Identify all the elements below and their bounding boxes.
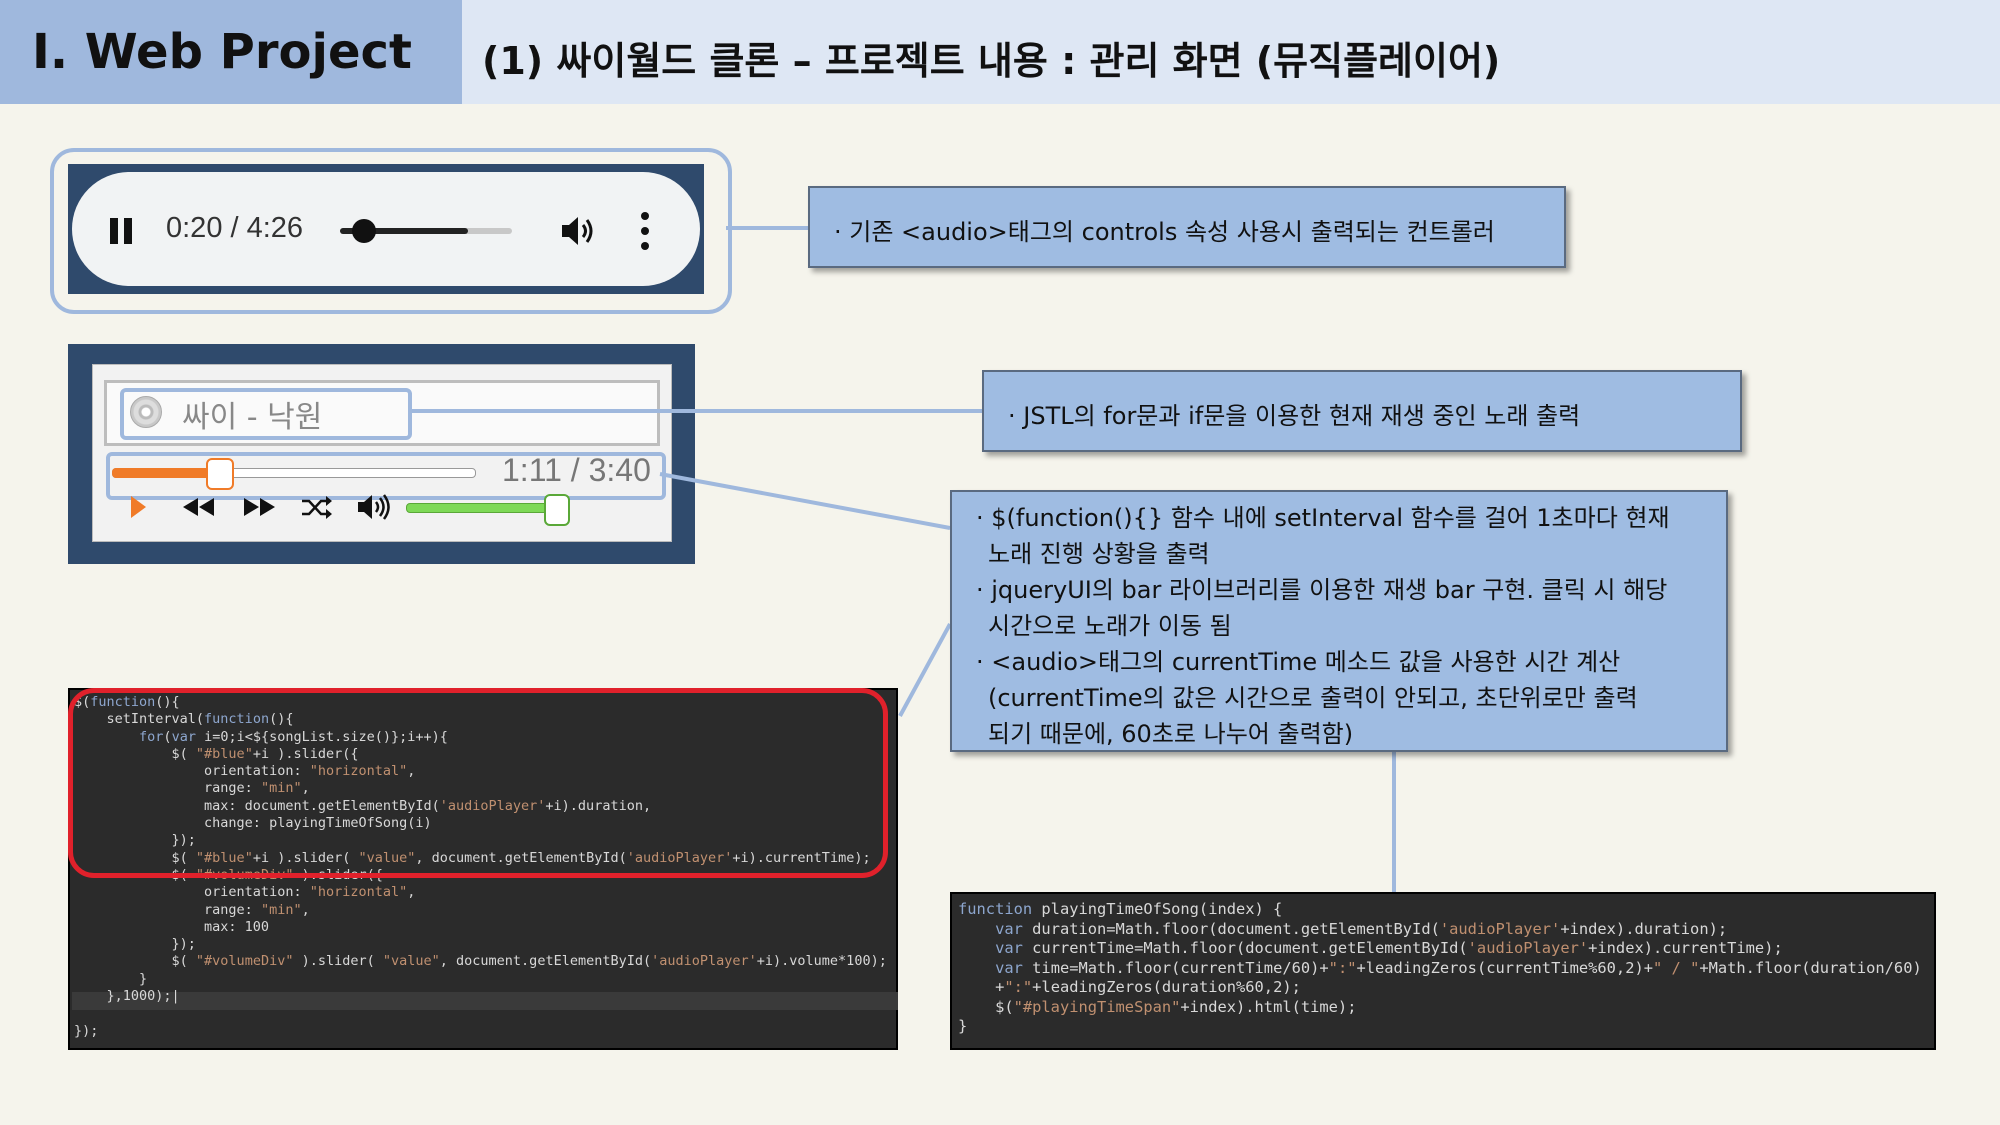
- code-screenshot-playingtime: function playingTimeOfSong(index) { var …: [950, 892, 1936, 1050]
- code-line: }: [958, 1017, 968, 1035]
- volume-slider-knob[interactable]: [544, 494, 570, 526]
- code-line: var duration=Math.floor(document.getElem…: [995, 919, 1728, 938]
- playback-progress-knob[interactable]: [206, 458, 234, 490]
- player-volume-icon[interactable]: [356, 492, 392, 522]
- cd-icon: [130, 396, 162, 428]
- callout-text: · 기존 <audio>태그의 controls 속성 사용시 출력되는 컨트롤…: [834, 218, 1495, 246]
- more-options-icon[interactable]: [640, 212, 650, 250]
- code-line: },1000);|: [74, 988, 180, 1005]
- callout-text: 노래 진행 상황을 출력: [988, 540, 1210, 568]
- code-line: +":"+leadingZeros(duration%60,2);: [958, 978, 1301, 996]
- slide-header: (1) 싸이월드 클론 – 프로젝트 내용 : 관리 화면 (뮤직플레이어): [462, 0, 2000, 104]
- code-line: function playingTimeOfSong(index) {: [958, 900, 1283, 918]
- callout-native-controls: · 기존 <audio>태그의 controls 속성 사용시 출력되는 컨트롤…: [808, 186, 1566, 268]
- callout-text: 되기 때문에, 60초로 나누어 출력함): [988, 720, 1354, 748]
- code-line: });: [74, 1022, 99, 1039]
- callout-text: · jqueryUI의 bar 라이브러리를 이용한 재생 bar 구현. 클릭…: [976, 576, 1668, 604]
- code-line: max: 100: [74, 918, 270, 935]
- code-line: }: [74, 970, 148, 987]
- playback-progress-fill: [112, 468, 218, 478]
- callout-implementation-notes: · $(function(){} 함수 내에 setInterval 함수를 걸…: [950, 490, 1728, 752]
- rewind-icon[interactable]: [180, 492, 218, 522]
- audio-time-display: 0:20 / 4:26: [166, 212, 304, 244]
- volume-slider-track[interactable]: [406, 503, 556, 513]
- callout-text: · JSTL의 for문과 if문을 이용한 현재 재생 중인 노래 출력: [1008, 402, 1581, 430]
- slide-subtitle: (1) 싸이월드 클론 – 프로젝트 내용 : 관리 화면 (뮤직플레이어): [482, 39, 1501, 83]
- callout-text: 시간으로 노래가 이동 됨: [988, 612, 1232, 640]
- callout-jstl-song: · JSTL의 for문과 if문을 이용한 현재 재생 중인 노래 출력: [982, 370, 1742, 452]
- callout-text: · <audio>태그의 currentTime 메소드 값을 사용한 시간 계…: [976, 648, 1621, 676]
- code-line: range: "min",: [74, 901, 310, 918]
- callout-text: (currentTime의 값은 시간으로 출력이 안되고, 초단위로만 출력: [988, 684, 1638, 712]
- pause-icon[interactable]: [110, 218, 136, 244]
- shuffle-icon[interactable]: [300, 492, 334, 522]
- volume-icon[interactable]: [560, 214, 596, 248]
- fast-forward-icon[interactable]: [240, 492, 278, 522]
- audio-seek-knob[interactable]: [352, 219, 376, 243]
- code-highlight-outline: [68, 688, 888, 878]
- code-line: });: [74, 936, 196, 953]
- playback-time: 1:11 / 3:40: [502, 452, 651, 488]
- song-title: 싸이 - 낙원: [182, 400, 323, 435]
- code-line: var currentTime=Math.floor(document.getE…: [995, 939, 1783, 957]
- code-line: $("#playingTimeSpan"+index).html(time);: [958, 997, 1357, 1016]
- code-block-playingtime: function playingTimeOfSong(index) { var …: [958, 900, 1922, 1037]
- play-icon[interactable]: [128, 492, 148, 522]
- section-title: Ⅰ. Web Project: [32, 24, 412, 80]
- section-header: Ⅰ. Web Project: [0, 0, 462, 104]
- code-line: orientation: "horizontal",: [74, 884, 416, 901]
- code-line: $( "#volumeDiv" ).slider( "value", docum…: [74, 953, 887, 970]
- code-line: var time=Math.floor(currentTime/60)+":"+…: [995, 958, 1922, 977]
- callout-text: · $(function(){} 함수 내에 setInterval 함수를 걸…: [976, 504, 1670, 532]
